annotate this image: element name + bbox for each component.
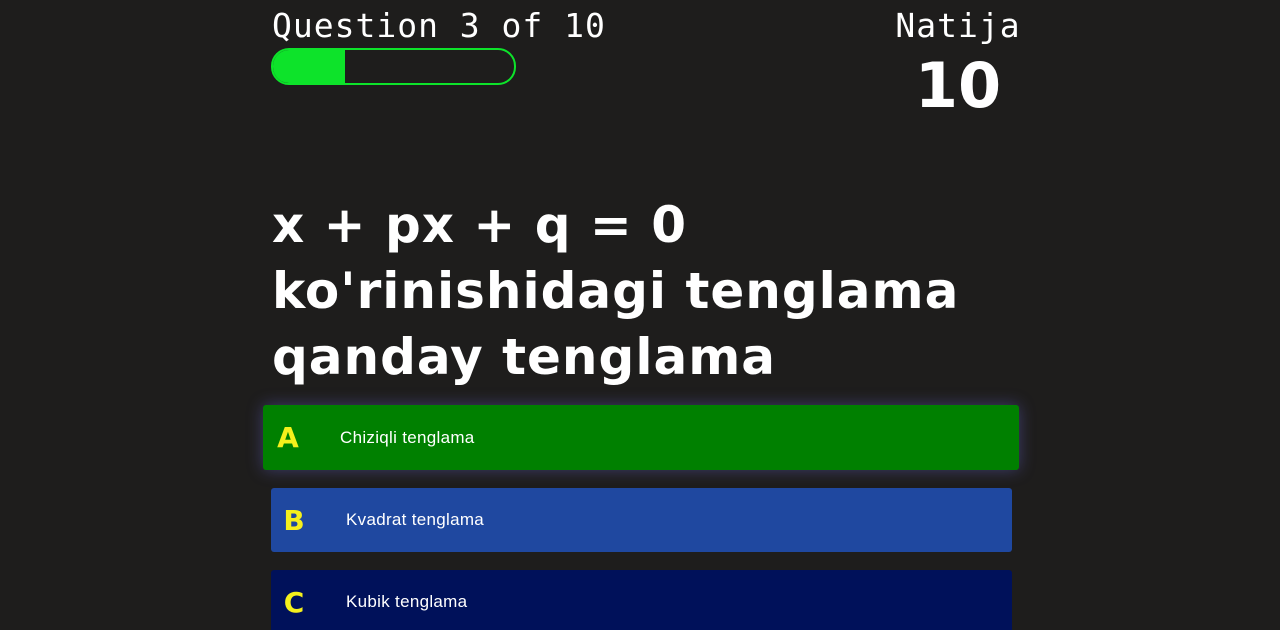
answer-option-c[interactable]: C Kubik tenglama [271,570,1012,630]
answer-letter-a: A [277,421,299,454]
score-label: Natija [895,6,1021,45]
question-progress-text: Question 3 of 10 [272,6,606,45]
score-value: 10 [914,49,1002,122]
answer-text-c: Kubik tenglama [346,592,468,611]
answer-letter-c: C [283,585,305,619]
progress-bar-fill [273,50,346,83]
answer-option-b[interactable]: B Kvadrat tenglama [271,488,1012,552]
progress-bar [271,48,516,85]
answer-text-a: Chiziqli tenglama [340,427,475,447]
answer-text-b: Kvadrat tenglama [346,510,485,529]
answer-letter-b: B [283,503,305,537]
quiz-screen: Question 3 of 10 Natija 10 x + px + q = … [0,0,1280,630]
question-text: x + px + q = 0 ko'rinishidagi tenglama q… [272,196,960,386]
score-panel: Natija 10 [890,4,1026,122]
answer-option-a[interactable]: A Chiziqli tenglama [263,405,1019,470]
